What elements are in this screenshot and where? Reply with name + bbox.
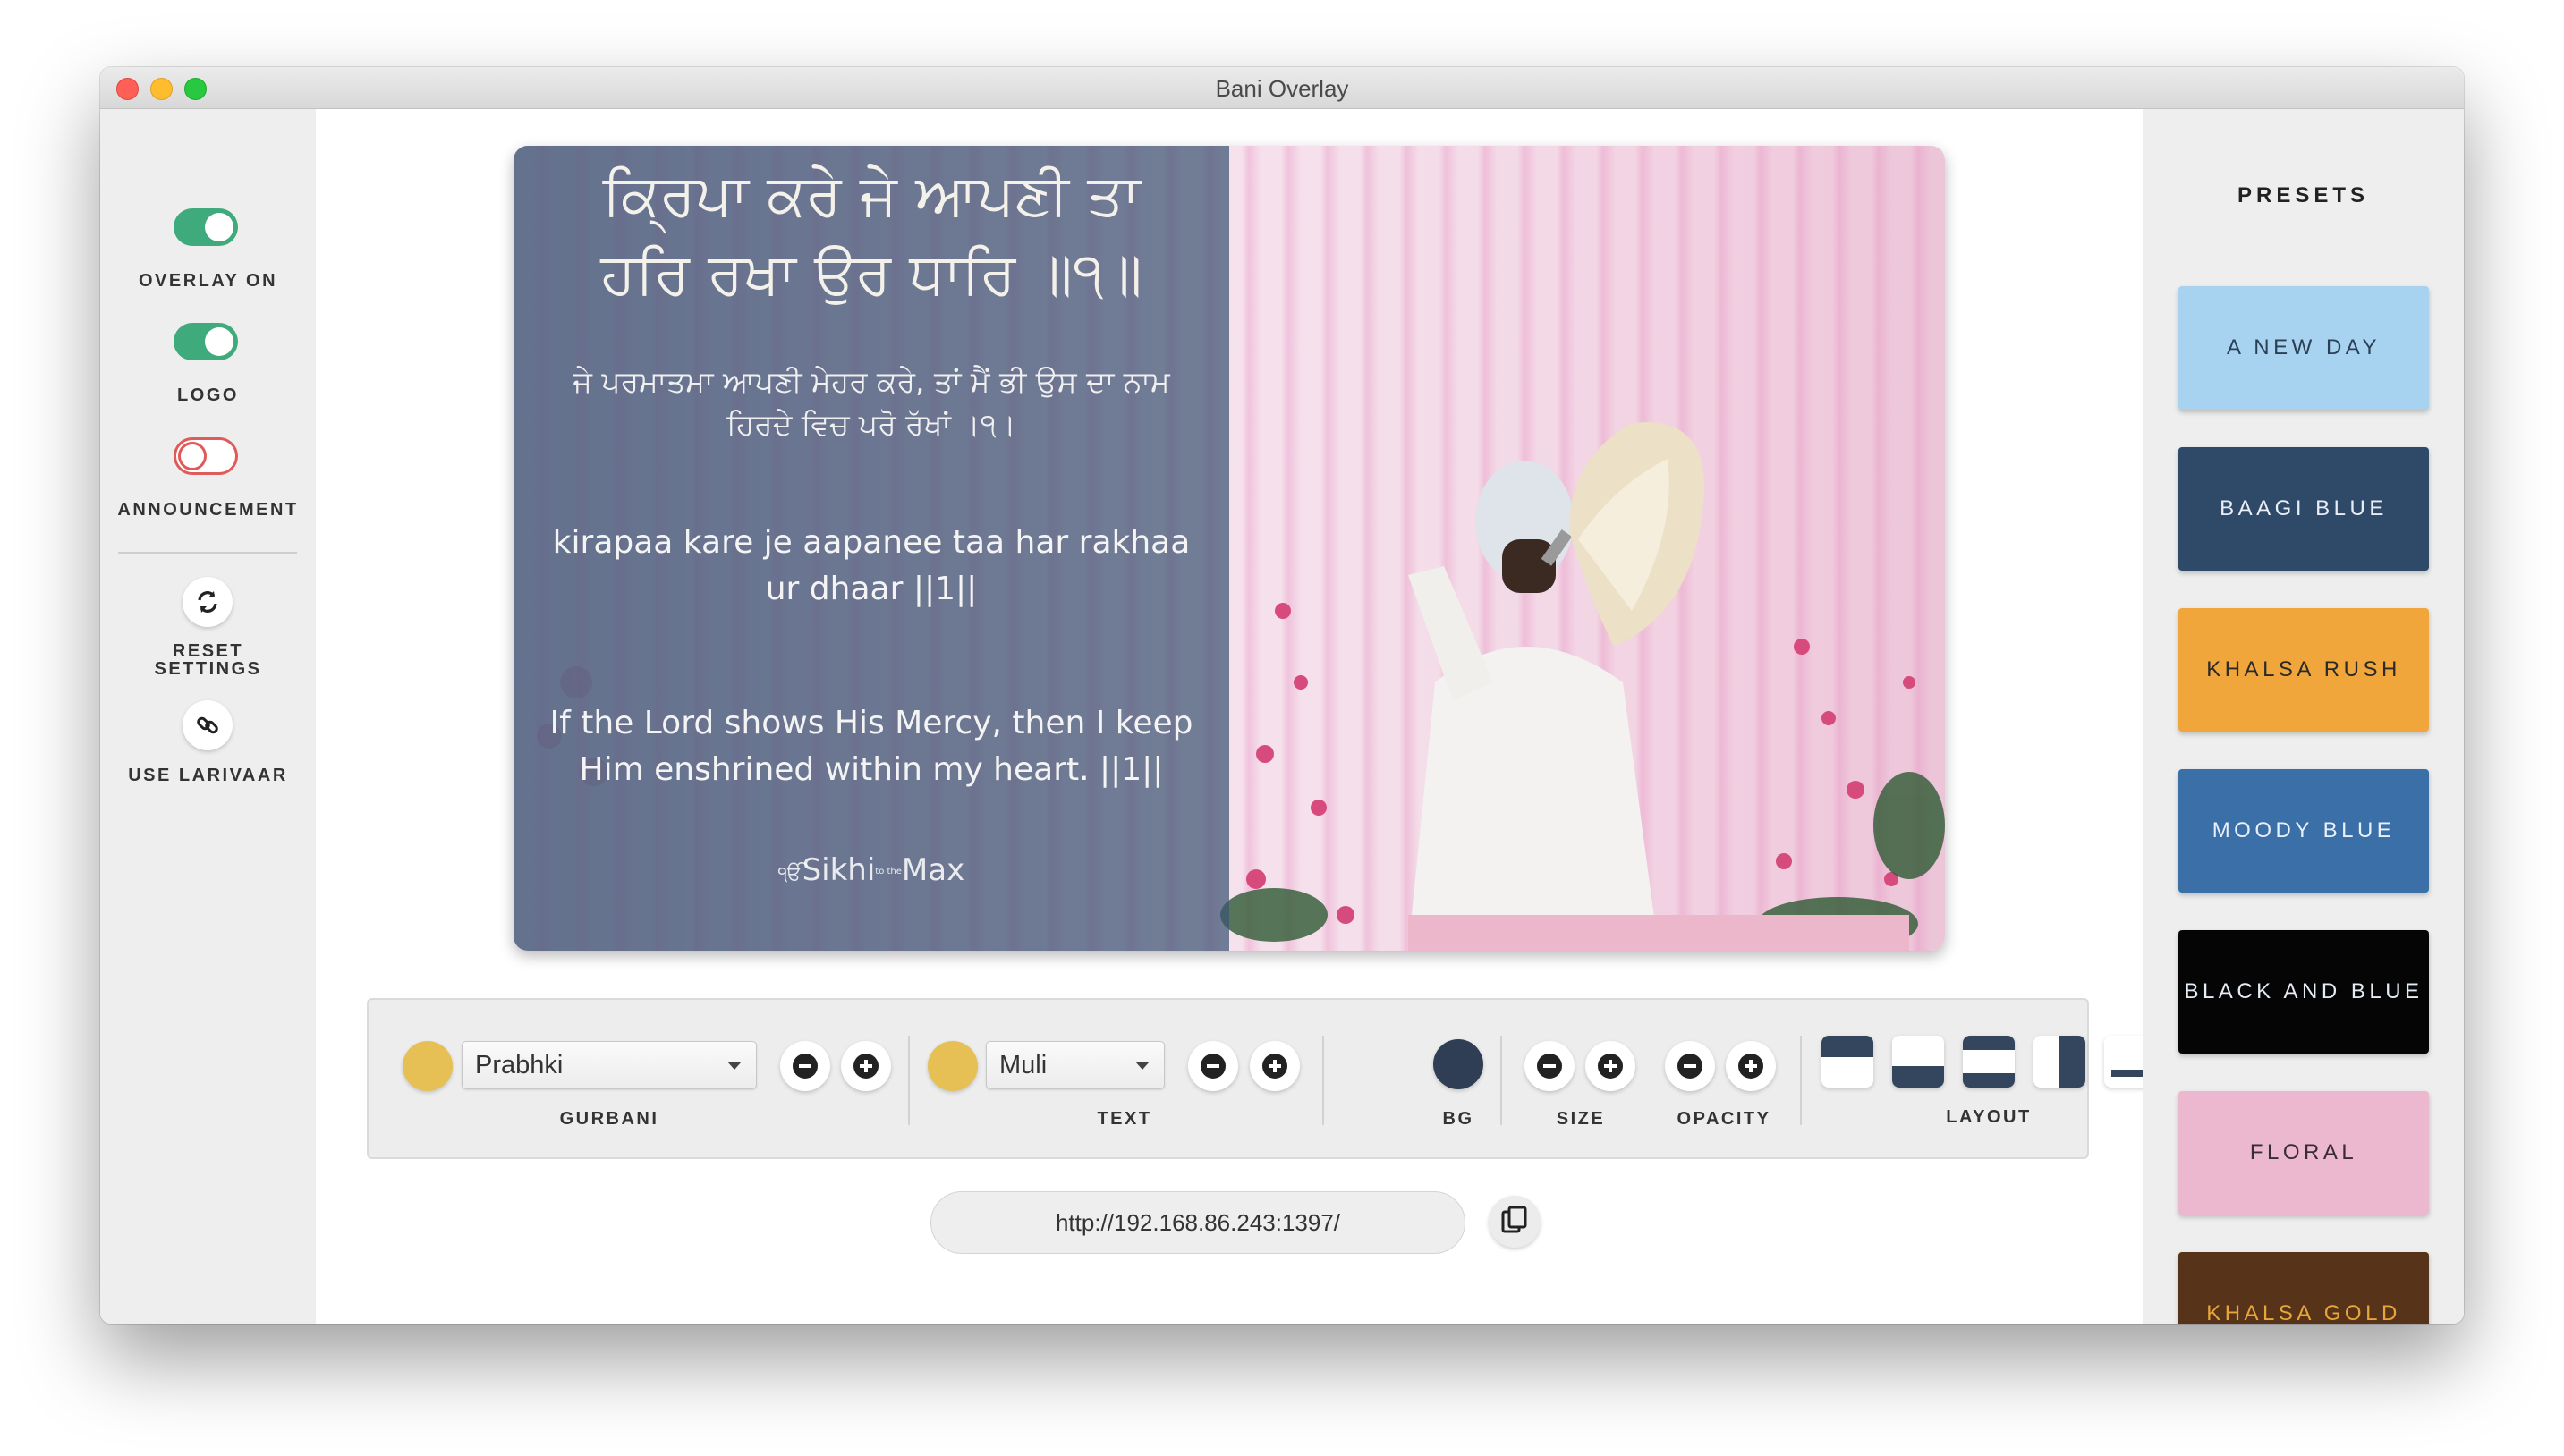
overlay-toggle[interactable]: [174, 208, 238, 246]
reset-settings-label: RESET: [172, 641, 244, 661]
punjabi-translation-text: ਜੇ ਪਰਮਾਤਮਾ ਆਪਣੀ ਮੇਹਰ ਕਰੇ, ਤਾਂ ਮੈਂ ਭੀ ਉਸ …: [573, 364, 1170, 442]
use-larivaar-button[interactable]: [183, 700, 233, 750]
toolbar-divider: [1800, 1036, 1802, 1125]
toolbar-divider: [1500, 1036, 1502, 1125]
sikhi-to-the-max-logo: ੴSikhito theMax: [777, 852, 965, 888]
preset-floral[interactable]: FLORAL: [2178, 1091, 2429, 1215]
gurbani-label: GURBANI: [559, 1109, 659, 1129]
text-font-select[interactable]: Muli: [986, 1041, 1165, 1089]
refresh-icon: [198, 591, 217, 613]
reset-settings-button[interactable]: [183, 577, 233, 627]
app-window: Bani Overlay OVERLAY ON LOGO ANNOUNCEMEN…: [100, 67, 2464, 1324]
settings-sidebar: OVERLAY ON LOGO ANNOUNCEMENT RESET SETTI…: [100, 109, 316, 1324]
layout-side-icon: [2059, 1036, 2085, 1088]
text-font-value: Muli: [999, 1051, 1048, 1079]
preset-a-new-day[interactable]: A NEW DAY: [2178, 286, 2429, 410]
chevron-down-icon: [1135, 1062, 1150, 1070]
overlay-preview: ਕ੍ਰਿਪਾ ਕਰੇ ਜੇ ਆਪਣੀ ਤਾ ਹਰਿ ਰਖਾ ਉਰ ਧਾਰਿ ॥੧…: [514, 146, 1945, 951]
layout-bottom-button[interactable]: [1892, 1036, 1944, 1088]
layout-bottom-icon: [1892, 1066, 1944, 1088]
window-title: Bani Overlay: [1215, 75, 1349, 102]
use-larivaar-label: USE LARIVAAR: [128, 766, 288, 785]
gurbani-font-select[interactable]: Prabhki: [462, 1041, 757, 1089]
presets-title: PRESETS: [2237, 183, 2370, 207]
overlay-panel: ਕ੍ਰਿਪਾ ਕਰੇ ਜੇ ਆਪਣੀ ਤਾ ਹਰਿ ਰਖਾ ਉਰ ਧਾਰਿ ॥੧…: [514, 146, 1229, 951]
preset-moody-blue[interactable]: MOODY BLUE: [2178, 769, 2429, 893]
presets-sidebar: PRESETS A NEW DAY BAAGI BLUE KHALSA RUSH…: [2143, 109, 2464, 1324]
announcement-toggle-label: ANNOUNCEMENT: [117, 500, 299, 520]
layout-top-icon: [1821, 1036, 1873, 1057]
overlay-toggle-label: OVERLAY ON: [138, 271, 278, 291]
preset-khalsa-gold[interactable]: KHALSA GOLD: [2178, 1252, 2429, 1324]
english-translation-text: If the Lord shows His Mercy, then I keep…: [549, 705, 1193, 788]
layout-label: LAYOUT: [1946, 1107, 2032, 1127]
gurbani-size-decrease-button[interactable]: [780, 1041, 830, 1091]
overlay-size-decrease-button[interactable]: [1524, 1041, 1575, 1091]
opacity-decrease-button[interactable]: [1665, 1041, 1715, 1091]
layout-top-button[interactable]: [1821, 1036, 1873, 1088]
toolbar-divider: [908, 1036, 910, 1125]
preset-black-and-blue[interactable]: BLACK AND BLUE: [2178, 930, 2429, 1054]
layout-split-bottom-icon: [1963, 1073, 2015, 1088]
opacity-increase-button[interactable]: [1726, 1041, 1776, 1091]
transliteration-text: kirapaa kare je aapanee taa har rakhaa u…: [552, 524, 1191, 607]
logo-toggle-label: LOGO: [177, 385, 239, 405]
text-size-decrease-button[interactable]: [1188, 1041, 1238, 1091]
reset-settings-label-line2: SETTINGS: [154, 659, 262, 679]
announcement-toggle[interactable]: [174, 437, 238, 475]
overlay-size-increase-button[interactable]: [1585, 1041, 1635, 1091]
logo-toggle[interactable]: [174, 323, 238, 360]
text-size-increase-button[interactable]: [1250, 1041, 1300, 1091]
text-color-swatch[interactable]: [928, 1041, 978, 1091]
title-bar: Bani Overlay: [100, 67, 2464, 109]
style-toolbar: Prabhki GURBANI Muli TEXT BG SIZE OPACIT…: [367, 998, 2156, 1159]
copy-icon: [1501, 1206, 1527, 1233]
background-color-swatch[interactable]: [1433, 1039, 1483, 1089]
preset-khalsa-rush[interactable]: KHALSA RUSH: [2178, 608, 2429, 732]
bg-label: BG: [1442, 1109, 1474, 1129]
gurbani-font-value: Prabhki: [475, 1051, 564, 1079]
copy-url-button[interactable]: [1489, 1196, 1541, 1248]
gurbani-size-increase-button[interactable]: [841, 1041, 891, 1091]
opacity-label: OPACITY: [1677, 1109, 1771, 1129]
gurbani-text: ਕ੍ਰਿਪਾ ਕਰੇ ਜੇ ਆਪਣੀ ਤਾ ਹਰਿ ਰਖਾ ਉਰ ਧਾਰਿ ॥੧…: [600, 163, 1142, 308]
layout-side-button[interactable]: [2033, 1036, 2085, 1088]
text-label: TEXT: [1097, 1109, 1152, 1129]
size-label: SIZE: [1556, 1109, 1606, 1129]
gurbani-color-swatch[interactable]: [403, 1041, 453, 1091]
chevron-down-icon: [727, 1062, 742, 1070]
overlay-url-field[interactable]: http://192.168.86.243:1397/: [930, 1191, 1465, 1254]
sidebar-divider: [118, 552, 297, 554]
toolbar-divider: [1322, 1036, 1324, 1125]
layout-split-button[interactable]: [1963, 1036, 2015, 1088]
preset-baagi-blue[interactable]: BAAGI BLUE: [2178, 447, 2429, 571]
link-icon: [197, 716, 218, 734]
layout-split-top-icon: [1963, 1036, 2015, 1050]
